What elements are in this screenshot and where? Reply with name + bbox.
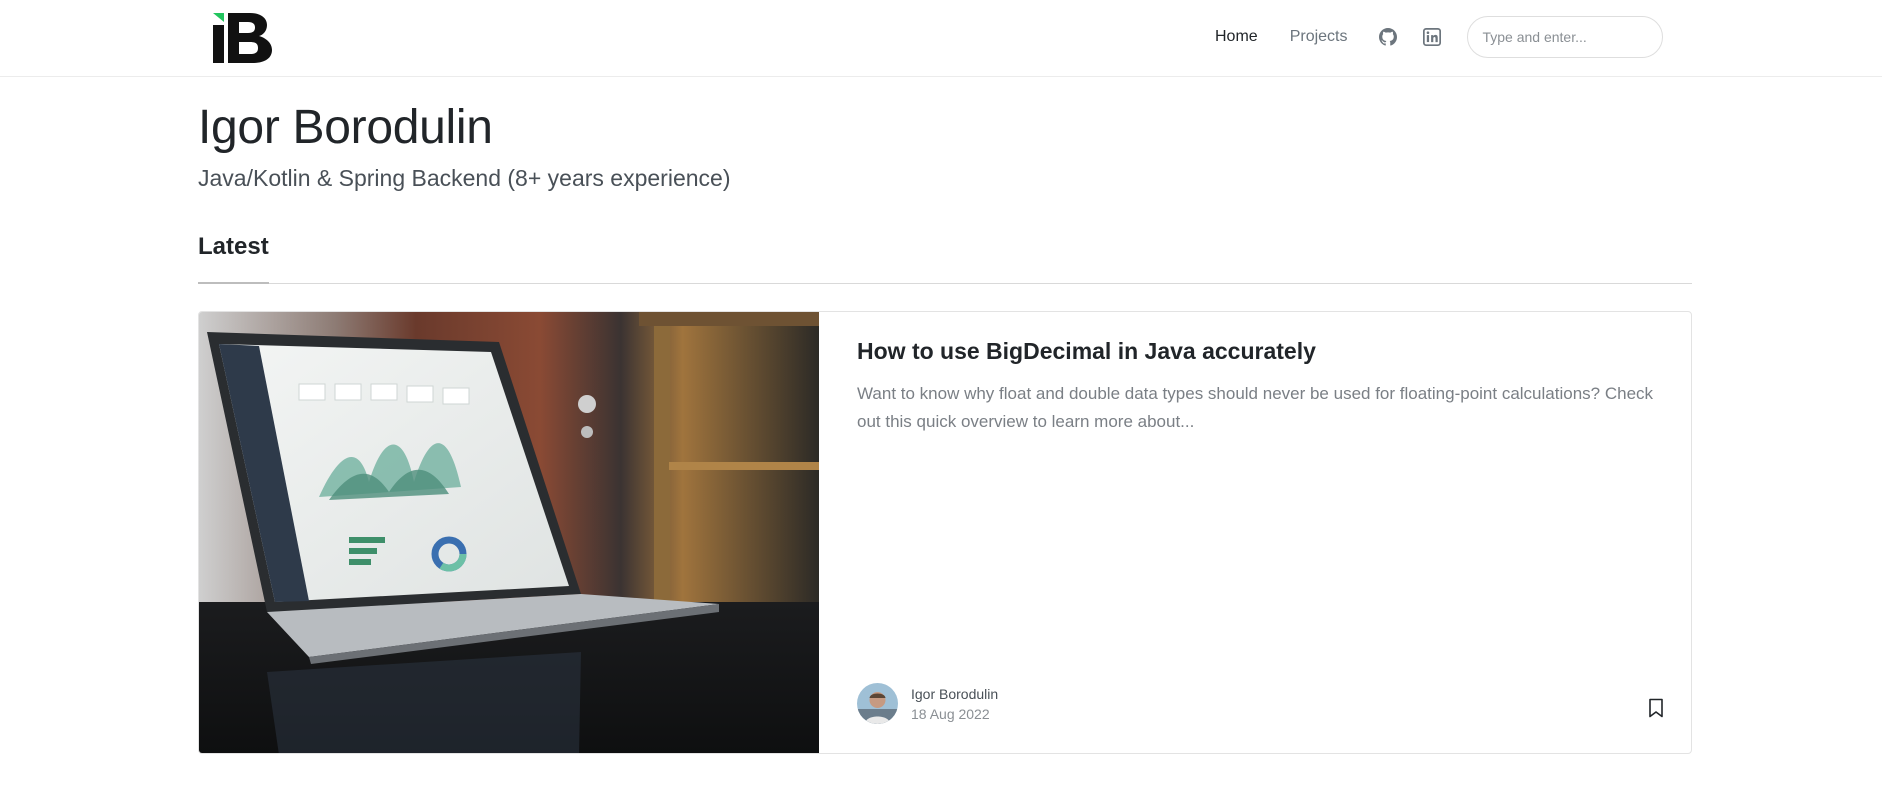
search-input[interactable]: [1467, 16, 1664, 58]
post-author: Igor Borodulin 18 Aug 2022: [857, 683, 998, 724]
post-card[interactable]: How to use BigDecimal in Java accurately…: [198, 311, 1692, 754]
site-logo[interactable]: [210, 12, 276, 64]
main-nav: Home Projects: [1215, 16, 1664, 58]
author-name[interactable]: Igor Borodulin: [911, 684, 998, 704]
linkedin-icon[interactable]: [1423, 28, 1442, 46]
page-subtitle: Java/Kotlin & Spring Backend (8+ years e…: [198, 165, 731, 191]
site-header: Home Projects: [0, 0, 1882, 77]
bookmark-icon[interactable]: [1648, 698, 1666, 720]
avatar[interactable]: [857, 683, 898, 724]
section-divider: [198, 283, 1692, 284]
section-divider-accent: [198, 282, 269, 284]
post-title[interactable]: How to use BigDecimal in Java accurately: [857, 338, 1316, 365]
nav-projects[interactable]: Projects: [1290, 28, 1348, 46]
post-excerpt: Want to know why float and double data t…: [857, 384, 1654, 431]
github-icon[interactable]: [1379, 28, 1398, 46]
nav-home[interactable]: Home: [1215, 28, 1258, 46]
author-meta: Igor Borodulin 18 Aug 2022: [911, 684, 998, 724]
section-heading-latest: Latest: [198, 233, 269, 260]
logo-mark: [213, 13, 272, 63]
page-title: Igor Borodulin: [198, 101, 493, 154]
post-date: 18 Aug 2022: [911, 705, 990, 722]
post-card-body: How to use BigDecimal in Java accurately…: [857, 312, 1667, 753]
post-cover-image[interactable]: [199, 312, 819, 753]
